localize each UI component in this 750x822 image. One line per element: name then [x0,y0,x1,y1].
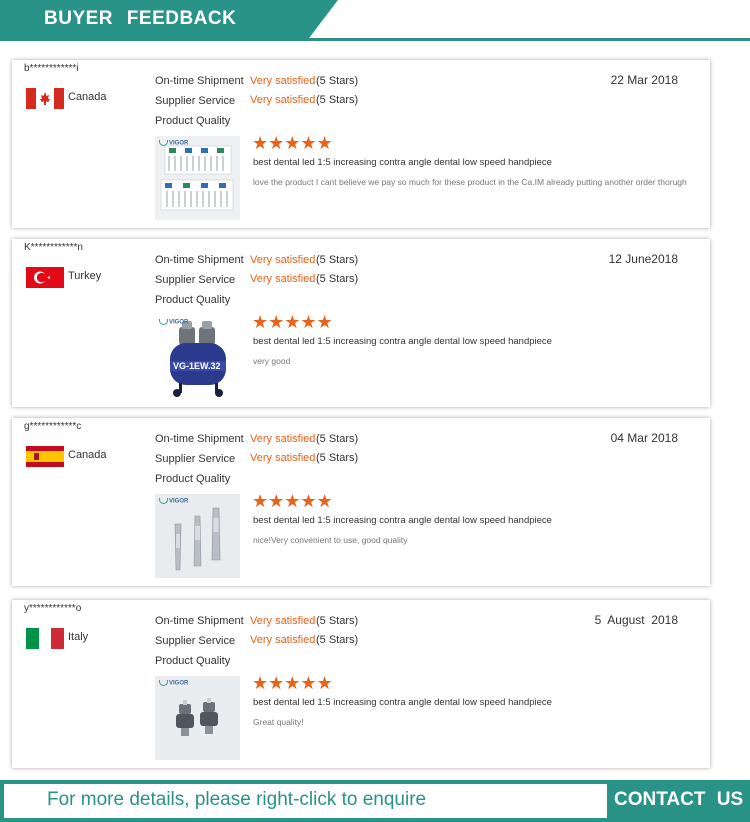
review-date: 5 August 2018 [594,613,678,627]
review-comment: love the product I cant believe we pay s… [253,177,687,187]
review-comment: nice!Very convenient to use, good qualit… [253,535,408,545]
enquiry-box: For more details, please right-click to … [4,784,607,818]
italy-flag-icon [26,628,64,649]
air-compressor-image: VIGOR VG-1EW.32 [155,315,240,399]
enquiry-text: For more details, please right-click to … [47,789,427,810]
on-time-shipment-stars: (5 Stars) [316,254,359,266]
on-time-shipment-stars: (5 Stars) [316,433,359,445]
supplier-service-stars: (5 Stars) [316,94,359,106]
page-title: BUYER FEEDBACK [44,8,237,29]
review-card: K************n Turkey On-time Shipment V… [12,239,710,407]
header-divider [0,38,750,41]
handpiece-set-image: VIGOR [155,494,240,578]
on-time-shipment-label: On-time Shipment [155,254,244,266]
review-date: 04 Mar 2018 [610,431,678,445]
on-time-shipment-rating: Very satisfied [250,433,316,445]
review-card: y************o Italy On-time Shipment Ve… [12,600,710,768]
reviewer-name: g************c [24,421,82,432]
reviewer-country: Turkey [68,270,102,282]
review-date: 12 June2018 [608,252,678,266]
feedback-header: BUYER FEEDBACK [0,0,750,41]
supplier-service-label: Supplier Service [155,453,236,465]
product-name: best dental led 1:5 increasing contra an… [253,157,552,168]
on-time-shipment-label: On-time Shipment [155,433,244,445]
vigor-logo: VIGOR [159,319,188,326]
five-star-rating: ★★★★★ [252,673,333,694]
review-card: b************i Canada On-time Shipment V… [12,60,710,228]
contact-banner: For more details, please right-click to … [0,780,750,822]
reviewer-country: Canada [68,449,107,461]
vigor-logo: VIGOR [159,498,188,505]
supplier-service-rating: Very satisfied [250,452,316,464]
vigor-logo: VIGOR [159,680,188,687]
spain-flag-icon [26,446,64,467]
supplier-service-stars: (5 Stars) [316,634,359,646]
supplier-service-rating: Very satisfied [250,94,316,106]
review-comment: Great quality! [253,717,304,727]
on-time-shipment-stars: (5 Stars) [316,75,359,87]
supplier-service-rating: Very satisfied [250,273,316,285]
supplier-service-label: Supplier Service [155,274,236,286]
contact-us-button[interactable]: CONTACT US [614,789,743,811]
reviewer-name: y************o [24,603,82,614]
supplier-service-rating: Very satisfied [250,634,316,646]
review-comment: very good [253,356,291,366]
compressor-model-label: VG-1EW.32 [173,361,221,371]
reviewer-country: Canada [68,91,107,103]
on-time-shipment-label: On-time Shipment [155,615,244,627]
reviewer-name: b************i [24,63,79,74]
product-quality-label: Product Quality [155,655,231,667]
five-star-rating: ★★★★★ [252,133,333,154]
reviewer-name: K************n [24,242,83,253]
product-name: best dental led 1:5 increasing contra an… [253,336,552,347]
product-name: best dental led 1:5 increasing contra an… [253,515,552,526]
on-time-shipment-rating: Very satisfied [250,254,316,266]
supplier-service-stars: (5 Stars) [316,273,359,285]
on-time-shipment-label: On-time Shipment [155,75,244,87]
five-star-rating: ★★★★★ [252,491,333,512]
product-quality-label: Product Quality [155,294,231,306]
on-time-shipment-stars: (5 Stars) [316,615,359,627]
dental-bur-kits-image: VIGOR [155,136,240,220]
cartridges-image: VIGOR [155,676,240,760]
supplier-service-stars: (5 Stars) [316,452,359,464]
product-quality-label: Product Quality [155,473,231,485]
canada-flag-icon [26,88,64,109]
review-card: g************c Canada On-time Shipment V… [12,418,710,586]
supplier-service-label: Supplier Service [155,635,236,647]
reviewer-country: Italy [68,631,89,643]
on-time-shipment-rating: Very satisfied [250,615,316,627]
review-date: 22 Mar 2018 [610,73,678,87]
supplier-service-label: Supplier Service [155,95,236,107]
product-quality-label: Product Quality [155,115,231,127]
five-star-rating: ★★★★★ [252,312,333,333]
vigor-logo: VIGOR [159,140,188,147]
on-time-shipment-rating: Very satisfied [250,75,316,87]
turkey-flag-icon [26,267,64,288]
product-name: best dental led 1:5 increasing contra an… [253,697,552,708]
